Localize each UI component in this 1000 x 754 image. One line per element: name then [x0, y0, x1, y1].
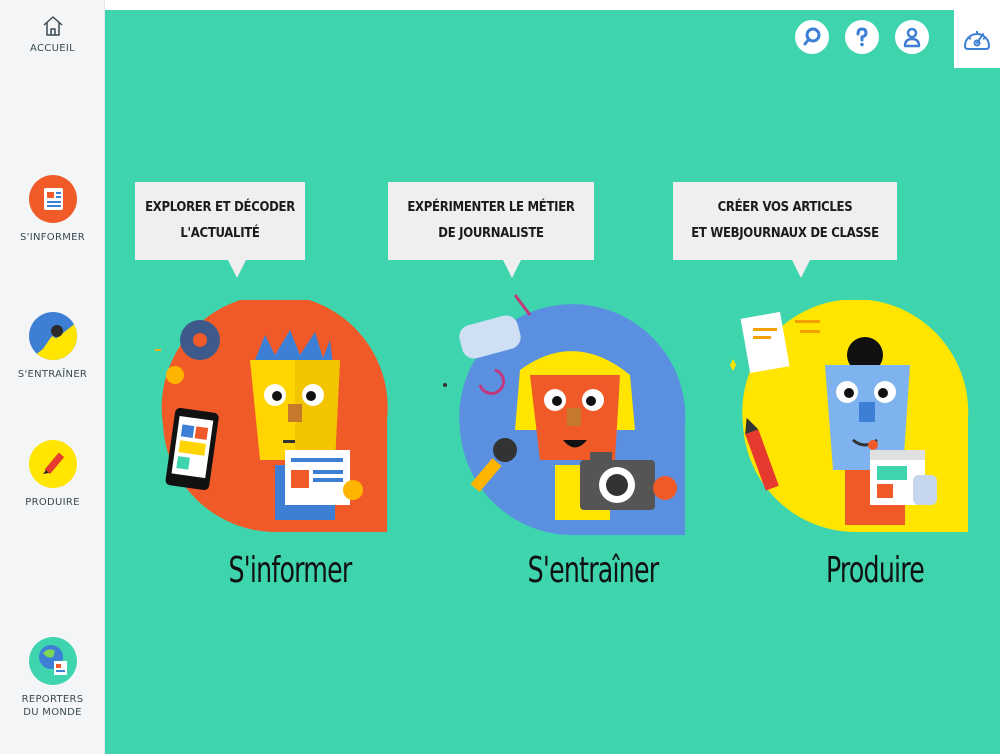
card-title-entrainer[interactable]: S'entraîner [515, 550, 671, 591]
bubble-text: CRÉER VOS ARTICLES ET WEBJOURNAUX DE CLA… [691, 200, 879, 241]
help-icon [856, 27, 868, 47]
sidebar-item-label: S'INFORMER [20, 232, 85, 243]
home-icon [43, 16, 62, 36]
sidebar-item-entrainer[interactable]: S'ENTRAÎNER [0, 312, 105, 381]
sidebar: ACCUEIL S'INFORMER S'ENTRAÎNER PRODUIRE … [0, 0, 105, 754]
sidebar-item-label: S'ENTRAÎNER [17, 369, 88, 380]
help-button[interactable] [845, 20, 879, 54]
sidebar-item-home[interactable]: ACCUEIL [0, 14, 105, 55]
sidebar-item-label: PRODUIRE [25, 497, 80, 508]
dashboard-button[interactable] [954, 10, 1000, 68]
search-button[interactable] [795, 20, 829, 54]
globe-icon [28, 637, 77, 685]
speech-bubble-informer: EXPLORER ET DÉCODER L'ACTUALITÉ [135, 182, 305, 278]
account-button[interactable] [895, 20, 929, 54]
search-icon [803, 27, 821, 46]
sidebar-item-informer[interactable]: S'INFORMER [0, 175, 105, 244]
pencil-icon [28, 440, 77, 488]
informer-character-illustration [147, 294, 388, 532]
bubble-text: EXPLORER ET DÉCODER L'ACTUALITÉ [145, 200, 295, 241]
sidebar-item-reporters[interactable]: REPORTERS DU MONDE [0, 637, 105, 719]
speech-bubble-produire: CRÉER VOS ARTICLES ET WEBJOURNAUX DE CLA… [673, 182, 897, 278]
card-entrainer[interactable] [435, 290, 695, 540]
card-produire[interactable] [725, 299, 975, 540]
speech-bubble-entrainer: EXPÉRIMENTER LE MÉTIER DE JOURNALISTE [388, 182, 594, 278]
bubble-text: EXPÉRIMENTER LE MÉTIER DE JOURNALISTE [407, 200, 575, 241]
card-title-produire[interactable]: Produire [805, 550, 945, 591]
sidebar-item-produire[interactable]: PRODUIRE [0, 440, 105, 509]
dashboard-icon [963, 31, 991, 50]
user-icon [903, 27, 921, 48]
microphone-icon [28, 312, 77, 360]
sidebar-home-label: ACCUEIL [30, 43, 75, 54]
card-title-informer[interactable]: S'informer [220, 550, 360, 591]
produire-character-illustration [730, 299, 969, 533]
newspaper-icon [28, 175, 77, 223]
main-content: EXPLORER ET DÉCODER L'ACTUALITÉ EXPÉRIME… [105, 10, 1000, 754]
card-informer[interactable] [147, 294, 395, 540]
entrainer-character-illustration [443, 294, 686, 536]
sidebar-item-label: REPORTERS DU MONDE [21, 694, 84, 718]
